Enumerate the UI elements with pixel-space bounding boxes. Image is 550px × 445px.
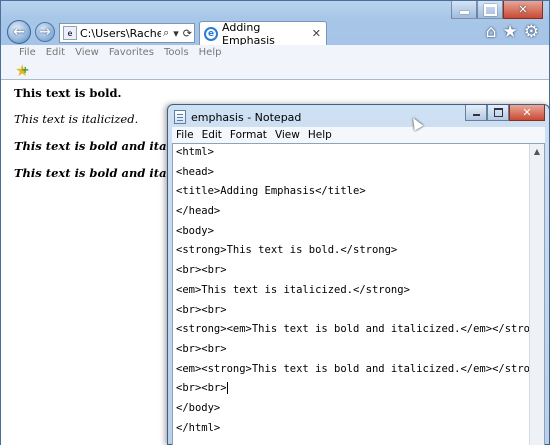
- home-icon[interactable]: ⌂: [486, 22, 497, 42]
- code-line: <em>This text is italicized.</strong>: [176, 283, 410, 296]
- menu-item-tools[interactable]: Tools: [164, 47, 189, 58]
- code-line: <br><br>: [176, 303, 227, 316]
- menu-item-view[interactable]: View: [75, 47, 99, 58]
- notepad-window: emphasis - Notepad ✕ File Edit Format Vi…: [167, 104, 550, 445]
- code-line: <html>: [176, 146, 214, 158]
- notepad-icon: [174, 110, 186, 124]
- maximize-button[interactable]: [477, 1, 503, 19]
- code-line-text: <br><br>: [176, 382, 227, 395]
- browser-tools: ⌂ ★ ⚙: [480, 22, 539, 42]
- vertical-scrollbar[interactable]: ▲: [529, 144, 544, 445]
- menu-item-edit[interactable]: Edit: [46, 47, 65, 58]
- menu-item-favorites[interactable]: Favorites: [109, 47, 154, 58]
- ie-logo-icon: e: [204, 26, 218, 41]
- address-text: C:\Users\Rachel.Bc: [80, 26, 161, 40]
- address-bar[interactable]: e C:\Users\Rachel.Bc ⌕ ▾ ⟳: [59, 23, 195, 43]
- tab-label: Adding Emphasis: [222, 20, 275, 47]
- bold-text: This text is bold.: [14, 86, 122, 100]
- notepad-maximize-button[interactable]: [487, 105, 509, 121]
- gear-icon[interactable]: ⚙: [524, 22, 539, 42]
- notepad-title: emphasis - Notepad: [191, 110, 302, 124]
- code-line: <br><br>: [176, 264, 227, 277]
- np-menu-file[interactable]: File: [176, 129, 194, 141]
- notepad-minimize-button[interactable]: [465, 105, 487, 121]
- refresh-icon[interactable]: ⟳: [181, 27, 194, 40]
- notepad-close-button[interactable]: ✕: [509, 105, 545, 121]
- code-line: <head>: [176, 165, 214, 178]
- menu-item-help[interactable]: Help: [199, 47, 222, 58]
- menu-item-file[interactable]: File: [19, 47, 36, 58]
- notepad-text-area[interactable]: <html> <head> <title>Adding Emphasis</ti…: [172, 143, 545, 445]
- close-button[interactable]: ✕: [503, 1, 543, 19]
- favorites-bar: ★: [1, 60, 549, 80]
- forward-arrow-icon[interactable]: →: [35, 22, 55, 42]
- code-line: <br><br>: [176, 342, 227, 355]
- notepad-caption-controls: ✕: [465, 105, 545, 121]
- text-caret: [226, 382, 228, 395]
- code-line: <title>Adding Emphasis</title>: [176, 185, 366, 198]
- back-arrow-icon[interactable]: ←: [7, 20, 31, 44]
- code-line: </body>: [176, 401, 221, 414]
- notepad-menu-bar: File Edit Format View Help: [172, 127, 545, 143]
- search-icon[interactable]: ⌕: [161, 26, 171, 40]
- code-line: </head>: [176, 205, 221, 218]
- code-line: <strong>This text is bold.</strong>: [176, 244, 398, 257]
- italic-text: This text is italicized.: [14, 112, 139, 126]
- code-line: </html>: [176, 421, 221, 434]
- scroll-up-icon[interactable]: ▲: [530, 144, 544, 159]
- browser-caption-controls: ✕: [451, 1, 543, 19]
- page-icon: e: [63, 26, 77, 40]
- add-favorite-icon[interactable]: ★: [15, 61, 30, 80]
- close-icon[interactable]: ✕: [312, 27, 326, 40]
- navigation-buttons: ← →: [7, 19, 59, 45]
- code-line-with-caret: <br><br>: [176, 381, 528, 401]
- chevron-down-icon[interactable]: ▾: [171, 27, 181, 40]
- code-line: <strong><em>This text is bold and italic…: [176, 323, 545, 336]
- star-icon[interactable]: ★: [503, 22, 518, 42]
- np-menu-view[interactable]: View: [275, 129, 300, 141]
- np-menu-format[interactable]: Format: [230, 129, 267, 141]
- np-menu-edit[interactable]: Edit: [202, 129, 222, 141]
- code-lines: <html> <head> <title>Adding Emphasis</ti…: [176, 145, 545, 440]
- code-line: <em><strong>This text is bold and italic…: [176, 362, 545, 375]
- minimize-button[interactable]: [451, 1, 477, 19]
- browser-menu-bar: File Edit View Favorites Tools Help: [1, 45, 549, 60]
- np-menu-help[interactable]: Help: [308, 129, 332, 141]
- tab-adding-emphasis[interactable]: e Adding Emphasis ✕: [199, 20, 327, 47]
- notepad-title-bar[interactable]: emphasis - Notepad: [174, 109, 301, 125]
- code-line: <body>: [176, 224, 214, 237]
